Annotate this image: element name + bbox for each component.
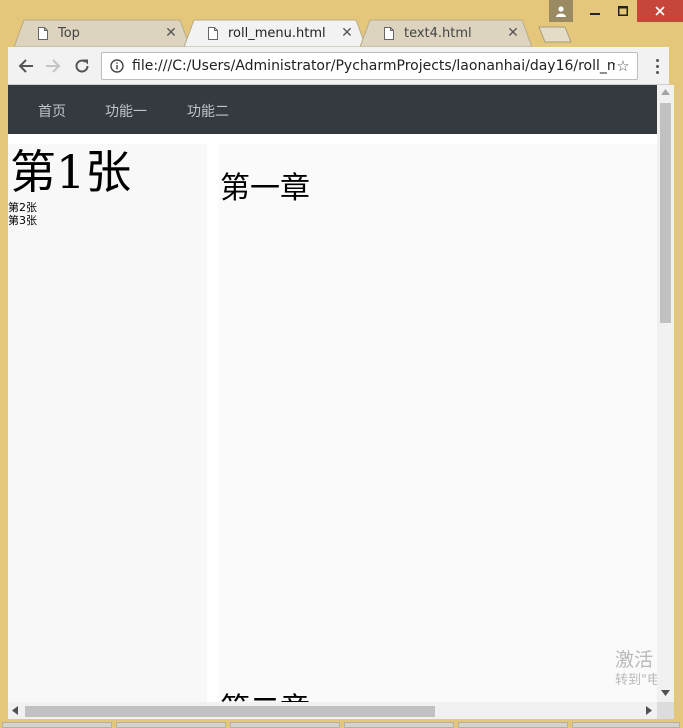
reload-icon <box>75 59 89 73</box>
chapter-heading: 第一章 <box>220 171 310 206</box>
taskbar-item[interactable] <box>230 722 340 728</box>
horizontal-scrollbar[interactable] <box>8 702 657 719</box>
vertical-scroll-thumb[interactable] <box>660 103 671 323</box>
arrow-right-icon <box>46 59 61 73</box>
close-tab-icon[interactable]: ✕ <box>164 25 178 41</box>
tab-text4[interactable]: text4.html ✕ <box>360 19 532 47</box>
new-tab-button[interactable] <box>538 26 572 43</box>
info-icon[interactable] <box>110 59 124 73</box>
close-tab-icon[interactable]: ✕ <box>340 25 354 41</box>
tab-title: roll_menu.html <box>228 25 326 41</box>
scroll-up-icon[interactable] <box>661 89 670 95</box>
document-icon <box>208 26 218 40</box>
horizontal-scroll-thumb[interactable] <box>25 706 435 717</box>
bookmark-star-icon[interactable]: ☆ <box>615 57 631 75</box>
taskbar-item[interactable] <box>458 722 568 728</box>
document-icon <box>384 26 394 40</box>
browser-window: Top ✕ roll_menu.html ✕ text4.html ✕ file… <box>0 0 683 728</box>
scroll-left-icon[interactable] <box>12 706 18 715</box>
scroll-right-icon[interactable] <box>646 706 652 715</box>
activation-watermark: 激活 W <box>615 649 657 671</box>
page-navbar: 首页 功能一 功能二 <box>8 85 657 134</box>
nav-link-home[interactable]: 首页 <box>38 101 66 121</box>
left-menu-pane: 第1张 第2张 第3张 <box>8 144 207 702</box>
taskbar-item[interactable] <box>572 722 680 728</box>
tab-top[interactable]: Top ✕ <box>14 19 190 47</box>
menu-item-2[interactable]: 第2张 <box>8 201 37 214</box>
url-text[interactable]: file:///C:/Users/Administrator/PycharmPr… <box>132 58 615 74</box>
menu-item-1[interactable]: 第1张 <box>10 144 131 200</box>
taskbar-item[interactable] <box>344 722 454 728</box>
vertical-scrollbar[interactable] <box>657 85 674 702</box>
scrollbar-corner <box>657 702 674 719</box>
nav-link-feature-one[interactable]: 功能一 <box>105 101 147 121</box>
tab-title: Top <box>58 25 80 41</box>
tab-title: text4.html <box>404 25 472 41</box>
activation-watermark-subtext: 转到"电脑 <box>615 673 657 688</box>
tab-roll-menu[interactable]: roll_menu.html ✕ <box>184 19 366 47</box>
close-tab-icon[interactable]: ✕ <box>506 25 520 41</box>
content-pane: 第一章 第二章 <box>218 144 657 702</box>
forward-button[interactable] <box>43 56 63 76</box>
browser-menu-button[interactable] <box>651 56 663 76</box>
reload-button[interactable] <box>72 56 92 76</box>
chapter-heading: 第二章 <box>220 684 310 702</box>
taskbar-item[interactable] <box>2 722 112 728</box>
document-icon <box>38 26 48 40</box>
page-viewport: 首页 功能一 功能二 第1张 第2张 第3张 第一章 第二章 激活 W 转到"电… <box>8 85 657 702</box>
scroll-down-icon[interactable] <box>661 690 670 696</box>
taskbar-item[interactable] <box>116 722 226 728</box>
menu-item-3[interactable]: 第3张 <box>8 214 37 227</box>
taskbar-strip <box>0 719 683 728</box>
back-button[interactable] <box>16 56 36 76</box>
tab-strip: Top ✕ roll_menu.html ✕ text4.html ✕ <box>8 19 668 47</box>
arrow-left-icon <box>18 59 33 73</box>
nav-link-feature-two[interactable]: 功能二 <box>187 101 229 121</box>
browser-toolbar: file:///C:/Users/Administrator/PycharmPr… <box>8 47 669 85</box>
address-bar[interactable]: file:///C:/Users/Administrator/PycharmPr… <box>101 52 638 80</box>
